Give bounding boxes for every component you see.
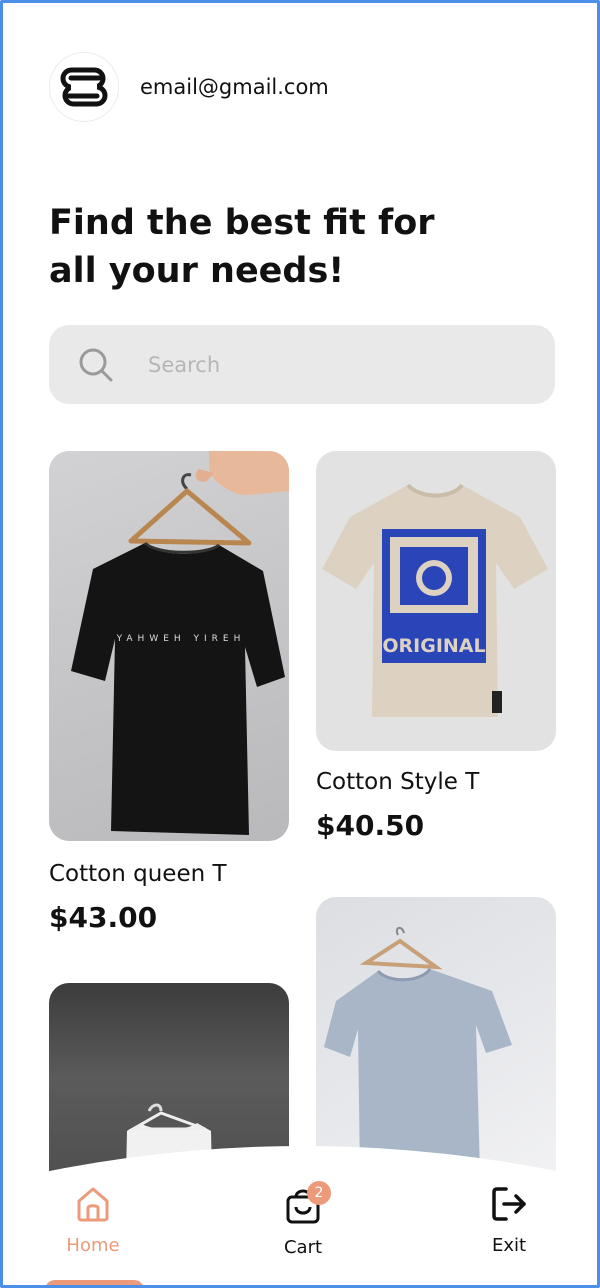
exit-icon xyxy=(492,1187,526,1221)
app-screen: email@gmail.com Find the best fit for al… xyxy=(0,0,600,1288)
nav-home-label: Home xyxy=(66,1235,120,1256)
nav-home[interactable]: Home xyxy=(33,1185,153,1256)
home-icon xyxy=(77,1187,109,1222)
shirt-print-text: ORIGINAL xyxy=(382,635,485,657)
black-tshirt-illustration: YAHWEH YIREH xyxy=(71,451,289,835)
cart-count-badge: 2 xyxy=(307,1181,331,1205)
product-image-black-tshirt[interactable]: YAHWEH YIREH xyxy=(49,451,289,841)
brand-logo-avatar[interactable] xyxy=(49,52,119,122)
user-email: email@gmail.com xyxy=(140,75,329,99)
nav-cart-label: Cart xyxy=(283,1237,323,1258)
bottom-navigation: Home 2 Cart Exit xyxy=(3,1141,597,1285)
product-image-beige-tshirt[interactable]: ORIGINAL xyxy=(316,451,556,751)
product-name[interactable]: Cotton queen T xyxy=(49,861,227,887)
active-tab-indicator xyxy=(45,1280,144,1285)
product-price: $43.00 xyxy=(49,901,158,934)
product-price: $40.50 xyxy=(316,809,425,842)
search-icon xyxy=(79,348,113,381)
shirt-print-text: YAHWEH YIREH xyxy=(116,634,246,644)
search-bar[interactable] xyxy=(49,325,555,404)
nav-cart[interactable]: 2 Cart xyxy=(243,1181,363,1258)
brand-logo-icon xyxy=(60,67,108,107)
beige-tshirt-illustration: ORIGINAL xyxy=(322,483,548,717)
search-input[interactable] xyxy=(146,351,510,378)
nav-exit[interactable]: Exit xyxy=(449,1185,569,1256)
nav-exit-label: Exit xyxy=(491,1235,527,1256)
page-headline: Find the best fit for all your needs! xyxy=(49,203,435,291)
product-name[interactable]: Cotton Style T xyxy=(316,769,479,795)
